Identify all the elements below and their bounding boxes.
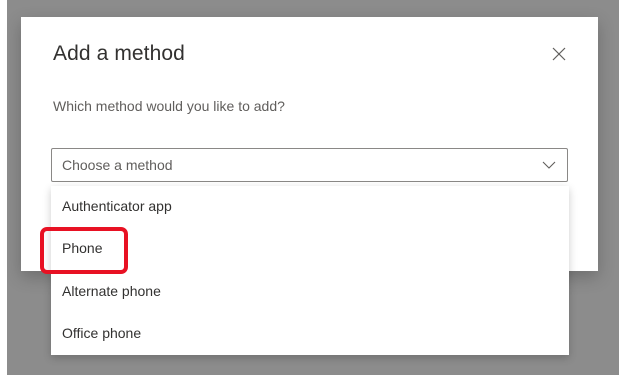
- chevron-down-icon: [542, 161, 556, 169]
- dialog-title: Add a method: [53, 42, 185, 65]
- method-question: Which method would you like to add?: [53, 98, 285, 114]
- option-authenticator-app[interactable]: Authenticator app: [51, 186, 569, 228]
- option-phone[interactable]: Phone: [51, 228, 569, 270]
- option-label: Office phone: [62, 325, 142, 341]
- method-dropdown-list: Authenticator app Phone Alternate phone …: [51, 186, 569, 355]
- close-icon: [552, 47, 566, 61]
- option-label: Authenticator app: [62, 198, 172, 214]
- option-office-phone[interactable]: Office phone: [51, 313, 569, 355]
- option-label: Alternate phone: [62, 283, 161, 299]
- select-placeholder: Choose a method: [62, 157, 173, 173]
- option-alternate-phone[interactable]: Alternate phone: [51, 271, 569, 313]
- close-button[interactable]: [551, 46, 567, 62]
- method-select[interactable]: Choose a method: [51, 148, 568, 182]
- option-label: Phone: [62, 240, 103, 256]
